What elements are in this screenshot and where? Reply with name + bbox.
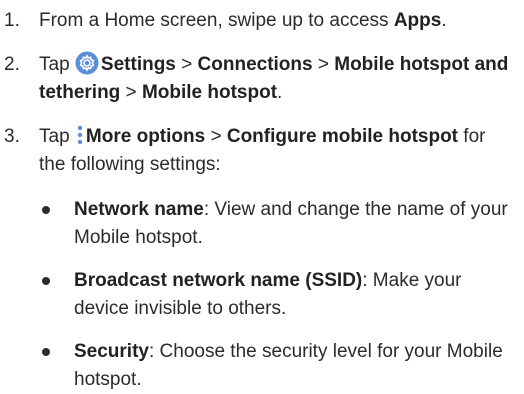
- step-1-prefix: From a Home screen, swipe up to access: [39, 10, 394, 31]
- separator: >: [205, 126, 227, 147]
- bullet-term: Network name: [74, 199, 204, 220]
- separator: >: [120, 82, 142, 103]
- step-1-suffix: .: [441, 10, 447, 31]
- bullet-text: Security: Choose the security level for …: [74, 338, 519, 394]
- step-text: Tap More options > Configure mobile hots…: [39, 123, 517, 179]
- connections-label: Connections: [197, 54, 313, 75]
- step-text: From a Home screen, swipe up to access A…: [39, 7, 517, 35]
- mobile-hotspot-label: Mobile hotspot: [141, 82, 278, 103]
- bullet-dot: [42, 277, 50, 285]
- bullet-text: Network name: View and change the name o…: [74, 196, 519, 252]
- tap-label: Tap: [39, 126, 75, 147]
- settings-label: Settings: [100, 54, 176, 75]
- more-options-vertical-dots-icon: [75, 124, 85, 146]
- step-number: 3.: [4, 126, 20, 147]
- separator: >: [175, 54, 198, 75]
- bullet-text: Broadcast network name (SSID): Make your…: [74, 267, 519, 323]
- apps-label: Apps: [393, 10, 442, 31]
- settings-gear-icon: [75, 51, 99, 75]
- tap-label: Tap: [39, 54, 75, 75]
- step-2-end: .: [277, 82, 283, 103]
- bullet-dot: [42, 348, 50, 356]
- step-text: Tap Settings > Connections > Mobile hots…: [39, 51, 517, 107]
- bullet-term: Broadcast network name (SSID): [74, 270, 363, 291]
- instructions-document: 1. From a Home screen, swipe up to acces…: [0, 0, 524, 392]
- bullet-dot: [42, 206, 50, 214]
- separator: >: [312, 54, 335, 75]
- step-number: 2.: [4, 54, 20, 75]
- more-options-label: More options: [85, 126, 206, 147]
- configure-hotspot-label: Configure mobile hotspot: [226, 126, 459, 147]
- step-number: 1.: [4, 10, 20, 31]
- bullet-term: Security: [74, 341, 149, 362]
